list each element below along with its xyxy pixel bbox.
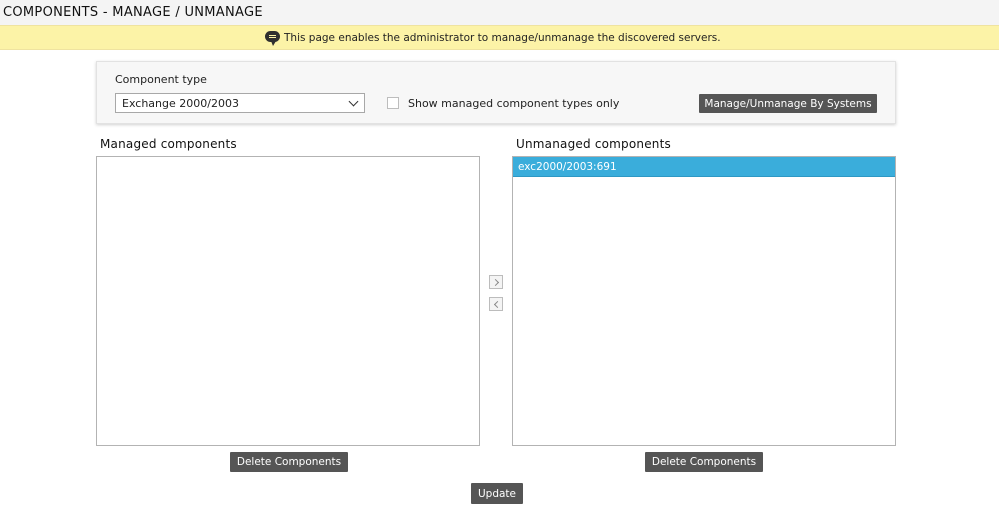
- managed-components-list[interactable]: [96, 156, 480, 446]
- update-button[interactable]: Update: [471, 483, 523, 504]
- managed-components-heading: Managed components: [100, 137, 237, 151]
- chevron-down-icon: [348, 96, 359, 107]
- show-managed-only-label[interactable]: Show managed component types only: [408, 97, 619, 110]
- delete-managed-components-button[interactable]: Delete Components: [230, 452, 348, 472]
- list-item[interactable]: exc2000/2003:691: [513, 157, 895, 177]
- page-header: COMPONENTS - MANAGE / UNMANAGE: [0, 0, 999, 25]
- move-to-unmanaged-button[interactable]: [489, 297, 503, 311]
- page-title: COMPONENTS - MANAGE / UNMANAGE: [3, 5, 263, 20]
- info-message: This page enables the administrator to m…: [284, 32, 721, 44]
- chevron-right-icon: [491, 278, 500, 287]
- show-managed-only-checkbox[interactable]: [387, 97, 399, 109]
- chevron-left-icon: [493, 300, 502, 309]
- filter-panel: Component type Exchange 2000/2003 Show m…: [96, 61, 896, 124]
- unmanaged-components-list[interactable]: exc2000/2003:691: [512, 156, 896, 446]
- info-message-row: This page enables the administrator to m…: [265, 29, 721, 47]
- delete-unmanaged-components-button[interactable]: Delete Components: [645, 452, 763, 472]
- manage-by-systems-button[interactable]: Manage/Unmanage By Systems: [699, 94, 877, 113]
- component-type-select[interactable]: Exchange 2000/2003: [115, 93, 365, 113]
- info-bar: This page enables the administrator to m…: [0, 25, 999, 50]
- speech-bubble-icon: [265, 30, 280, 46]
- unmanaged-components-heading: Unmanaged components: [516, 137, 671, 151]
- move-to-managed-button[interactable]: [489, 275, 503, 289]
- component-type-label: Component type: [115, 73, 207, 86]
- component-type-value: Exchange 2000/2003: [122, 97, 239, 110]
